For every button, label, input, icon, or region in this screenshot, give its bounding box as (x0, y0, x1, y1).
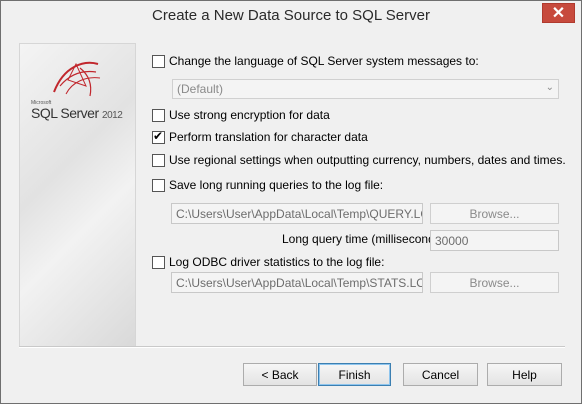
change-language-option[interactable]: Change the language of SQL Server system… (152, 53, 479, 69)
browse-query-log-button: Browse... (430, 203, 559, 224)
regional-settings-checkbox[interactable] (152, 153, 165, 167)
change-language-checkbox[interactable] (152, 54, 165, 68)
close-icon: ✕ (551, 5, 566, 22)
save-long-queries-checkbox[interactable] (152, 178, 165, 192)
regional-settings-option[interactable]: Use regional settings when outputting cu… (152, 152, 566, 168)
help-button[interactable]: Help (487, 363, 562, 386)
query-log-path-field: C:\Users\User\AppData\Local\Temp\QUERY.L… (171, 203, 423, 224)
cancel-button[interactable]: Cancel (403, 363, 478, 386)
stats-log-path-field: C:\Users\User\AppData\Local\Temp\STATS.L… (171, 272, 423, 293)
save-long-queries-label: Save long running queries to the log fil… (169, 178, 384, 192)
window-title: Create a New Data Source to SQL Server (152, 7, 430, 24)
strong-encryption-option[interactable]: Use strong encryption for data (152, 107, 330, 123)
title-bar: Create a New Data Source to SQL Server ✕ (1, 1, 581, 33)
chevron-down-icon: ⌄ (545, 82, 554, 93)
separator-line (19, 346, 565, 348)
finish-button[interactable]: Finish (318, 363, 391, 386)
close-button[interactable]: ✕ (542, 3, 575, 23)
regional-settings-label: Use regional settings when outputting cu… (169, 153, 566, 167)
language-select-value: (Default) (177, 82, 224, 96)
long-query-time-field: 30000 (430, 230, 559, 251)
sql-server-swoosh-icon (53, 61, 101, 97)
logo-product-text: SQL Server 2012 (31, 105, 123, 121)
translation-option[interactable]: Perform translation for character data (152, 129, 368, 145)
translation-label: Perform translation for character data (169, 130, 368, 144)
strong-encryption-checkbox[interactable] (152, 108, 165, 122)
change-language-label: Change the language of SQL Server system… (169, 54, 479, 68)
browse-stats-log-button: Browse... (430, 272, 559, 293)
language-select: (Default) ⌄ (172, 79, 559, 99)
log-odbc-stats-checkbox[interactable] (152, 255, 165, 269)
save-long-queries-option[interactable]: Save long running queries to the log fil… (152, 177, 383, 193)
log-odbc-stats-label: Log ODBC driver statistics to the log fi… (169, 255, 385, 269)
strong-encryption-label: Use strong encryption for data (169, 108, 330, 122)
log-odbc-stats-option[interactable]: Log ODBC driver statistics to the log fi… (152, 254, 384, 270)
translation-checkbox[interactable] (152, 129, 165, 144)
long-query-time-label: Long query time (milliseconds): (282, 232, 449, 246)
sql-server-logo: Microsoft SQL Server 2012 (28, 56, 132, 121)
back-button[interactable]: < Back (243, 363, 317, 386)
sql-server-logo-panel: Microsoft SQL Server 2012 (19, 43, 136, 347)
